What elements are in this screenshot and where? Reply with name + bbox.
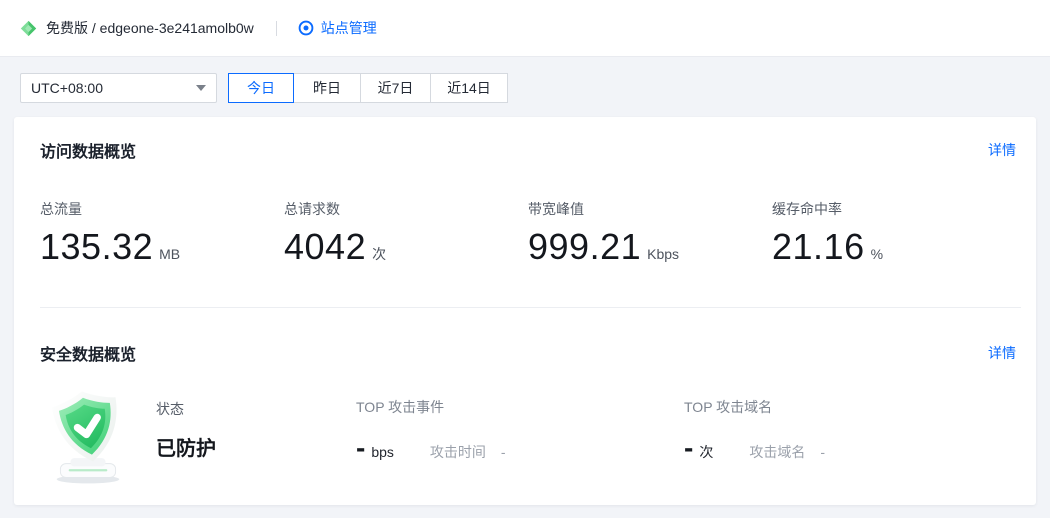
attack-domain-label: 攻击域名: [749, 444, 806, 460]
metric-label: 总请求数: [284, 201, 340, 217]
breadcrumb[interactable]: 免费版 / edgeone-3e241amolb0w: [20, 18, 254, 38]
range-button-14days[interactable]: 近14日: [431, 73, 508, 103]
range-button-today[interactable]: 今日: [228, 73, 294, 103]
attack-time-label: 攻击时间: [429, 444, 486, 460]
security-overview-title: 安全数据概览: [40, 347, 137, 364]
metric-value: 4042: [284, 226, 367, 267]
metric-unit: Kbps: [647, 246, 680, 262]
metric-unit: %: [870, 246, 884, 262]
metric-label: 带宽峰值: [528, 201, 584, 217]
plan-diamond-icon: [20, 20, 37, 37]
metric-peak-bandwidth: 带宽峰值 999.21 Kbps: [528, 199, 772, 268]
vertical-divider: [275, 20, 277, 36]
attack-domain-sub-value: -: [820, 444, 825, 460]
security-body: 状态 已防护 TOP 攻击事件 - bps 攻击时间 - TOP 攻击域名 - …: [40, 388, 1016, 485]
chevron-down-icon: [196, 85, 206, 91]
attack-event-value: -: [356, 432, 366, 463]
overview-card: 访问数据概览 详情 总流量 135.32 MB 总请求数 4042 次 带宽峰值 9…: [14, 117, 1036, 505]
site-management-link[interactable]: 站点管理: [298, 18, 377, 38]
metric-label: 总流量: [40, 201, 82, 217]
metric-total-traffic: 总流量 135.32 MB: [40, 199, 284, 268]
top-attack-domain: TOP 攻击域名 - 次 攻击域名 -: [684, 388, 1012, 462]
security-detail-link[interactable]: 详情: [988, 343, 1016, 363]
access-overview-title: 访问数据概览: [40, 144, 137, 161]
timezone-value: UTC+08:00: [31, 80, 103, 96]
metric-unit: MB: [159, 246, 181, 262]
top-attack-event: TOP 攻击事件 - bps 攻击时间 -: [356, 388, 684, 462]
filter-controls: UTC+08:00 今日 昨日 近7日 近14日: [20, 73, 1050, 103]
status-label: 状态: [156, 401, 184, 417]
metric-total-requests: 总请求数 4042 次: [284, 199, 528, 268]
metric-value: 21.16: [772, 226, 865, 267]
metric-label: 缓存命中率: [772, 201, 842, 217]
metric-value: 135.32: [40, 226, 154, 267]
timezone-select[interactable]: UTC+08:00: [20, 73, 217, 103]
range-button-7days[interactable]: 近7日: [361, 73, 431, 103]
access-detail-link[interactable]: 详情: [988, 140, 1016, 160]
site-management-label: 站点管理: [320, 20, 377, 36]
top-bar: 免费版 / edgeone-3e241amolb0w 站点管理: [0, 0, 1050, 57]
status-value: 已防护: [156, 438, 216, 460]
metric-unit: 次: [372, 246, 387, 262]
top-attack-event-title: TOP 攻击事件: [356, 399, 445, 415]
top-attack-domain-title: TOP 攻击域名: [684, 399, 773, 415]
protection-status: 状态 已防护: [156, 388, 356, 461]
bullseye-icon: [298, 20, 314, 36]
metric-cache-hit-rate: 缓存命中率 21.16%: [772, 199, 1016, 268]
access-metrics-row: 总流量 135.32 MB 总请求数 4042 次 带宽峰值 999.21 Kbps …: [40, 199, 1016, 268]
date-range-group: 今日 昨日 近7日 近14日: [228, 73, 508, 103]
attack-time-value: -: [500, 444, 506, 460]
breadcrumb-text: 免费版 / edgeone-3e241amolb0w: [46, 20, 254, 36]
range-button-yesterday[interactable]: 昨日: [294, 73, 361, 103]
protected-shield-icon: [42, 388, 134, 485]
attack-domain-unit: 次: [699, 444, 714, 460]
metric-value: 999.21: [528, 226, 642, 267]
attack-domain-value: -: [684, 432, 694, 463]
security-overview-header: 安全数据概览 详情: [40, 308, 1016, 365]
access-overview-header: 访问数据概览 详情: [40, 117, 1016, 162]
attack-event-unit: bps: [371, 444, 394, 460]
